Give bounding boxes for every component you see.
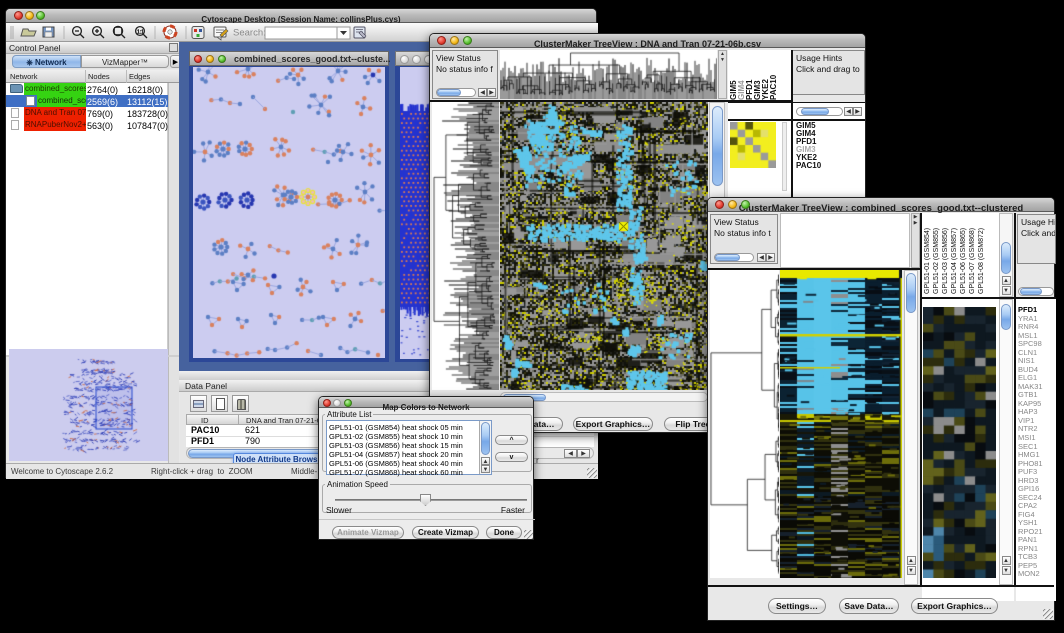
svg-text:Search:: Search:: [233, 28, 266, 39]
svg-text:1:1: 1:1: [137, 30, 144, 36]
